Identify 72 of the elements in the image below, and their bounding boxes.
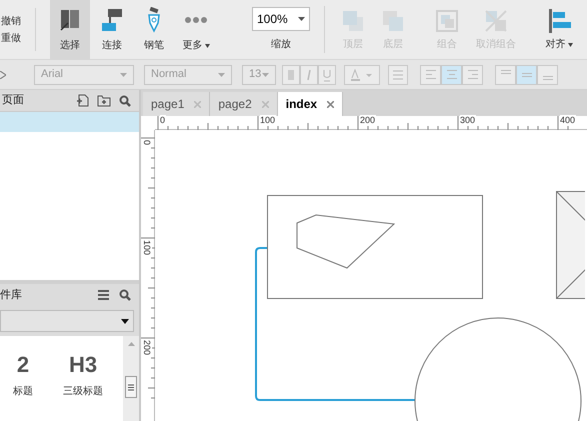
ruler-label: 200 [360,115,376,125]
pen-tool-button[interactable]: 钢笔 [134,0,174,59]
underline-button[interactable] [318,64,336,84]
search-icon[interactable] [119,94,131,106]
align-icon [426,70,436,79]
toolbar-label[interactable]: 重做 [0,32,35,44]
ruler-label: 200 [142,340,152,356]
align-icon [542,76,552,80]
italic-button[interactable] [300,64,318,84]
chevron-icon [0,70,6,78]
caret-icon [298,17,305,21]
panel-title: 页面 [2,93,24,108]
align-icon [522,72,532,76]
zoom-label: 缩放 [271,38,291,52]
ungroup-icon [483,8,509,34]
layers-icon [341,9,365,33]
ruler-label: 0 [160,115,166,125]
layers-icon [381,9,405,33]
scroll-up-icon [128,342,134,346]
vertical-align-button[interactable] [495,64,516,84]
font-color-button[interactable] [344,64,380,84]
select-icon [59,8,81,32]
vertical-align-button[interactable] [516,64,537,84]
text-align-button[interactable] [441,64,462,84]
close-icon[interactable] [262,100,269,108]
panel-title: 件库 [0,288,22,303]
close-icon[interactable] [327,100,334,108]
more-tool-button[interactable]: 更多 [176,0,216,59]
ruler-label: 300 [460,115,476,125]
ruler-label: 0 [142,140,152,146]
align-button[interactable]: 对齐 [539,0,579,59]
search-icon[interactable] [119,289,131,301]
add-folder-icon[interactable] [97,94,111,106]
ruler-label: 100 [142,240,152,256]
caret-icon [218,72,225,76]
list-button[interactable] [388,64,408,84]
select-tool-button[interactable]: 选择 [50,0,90,59]
align-left-icon [547,8,571,34]
caret-icon [568,42,572,46]
more-icon [184,16,208,24]
widget-item[interactable]: 2 标题 [0,352,46,421]
connector-icon [100,7,124,33]
ruler-label: 400 [560,115,576,125]
tab[interactable]: index [278,92,344,116]
font-color-icon [350,68,374,80]
text-align-button[interactable] [462,64,483,84]
align-icon [446,70,456,79]
caret-icon [204,44,210,48]
close-icon[interactable] [194,100,202,108]
widget-item[interactable]: H3 三级标题 [60,352,106,421]
caret-icon [262,72,269,76]
connect-tool-button[interactable]: 连接 [92,0,132,59]
ruler-label: 100 [260,115,276,125]
group-icon [434,8,460,34]
scrollbar[interactable] [123,336,139,421]
tab[interactable]: page2 [210,92,278,116]
tab[interactable]: page1 [143,92,210,116]
align-icon [468,70,478,79]
grip-icon [128,384,134,390]
caret-icon [120,72,127,76]
menu-icon[interactable] [98,290,109,300]
scroll-thumb[interactable] [125,376,137,398]
add-page-icon[interactable] [76,94,89,107]
toolbar-label[interactable]: 撤销 [0,14,35,28]
bold-button[interactable] [282,64,300,84]
zoom-dropdown[interactable]: 100% [252,7,310,31]
align-icon [500,70,510,74]
vertical-align-button[interactable] [537,64,558,84]
caret-icon [121,318,129,324]
library-dropdown[interactable] [0,310,134,332]
page-tree-row[interactable] [0,112,139,132]
text-align-button[interactable] [420,64,441,84]
